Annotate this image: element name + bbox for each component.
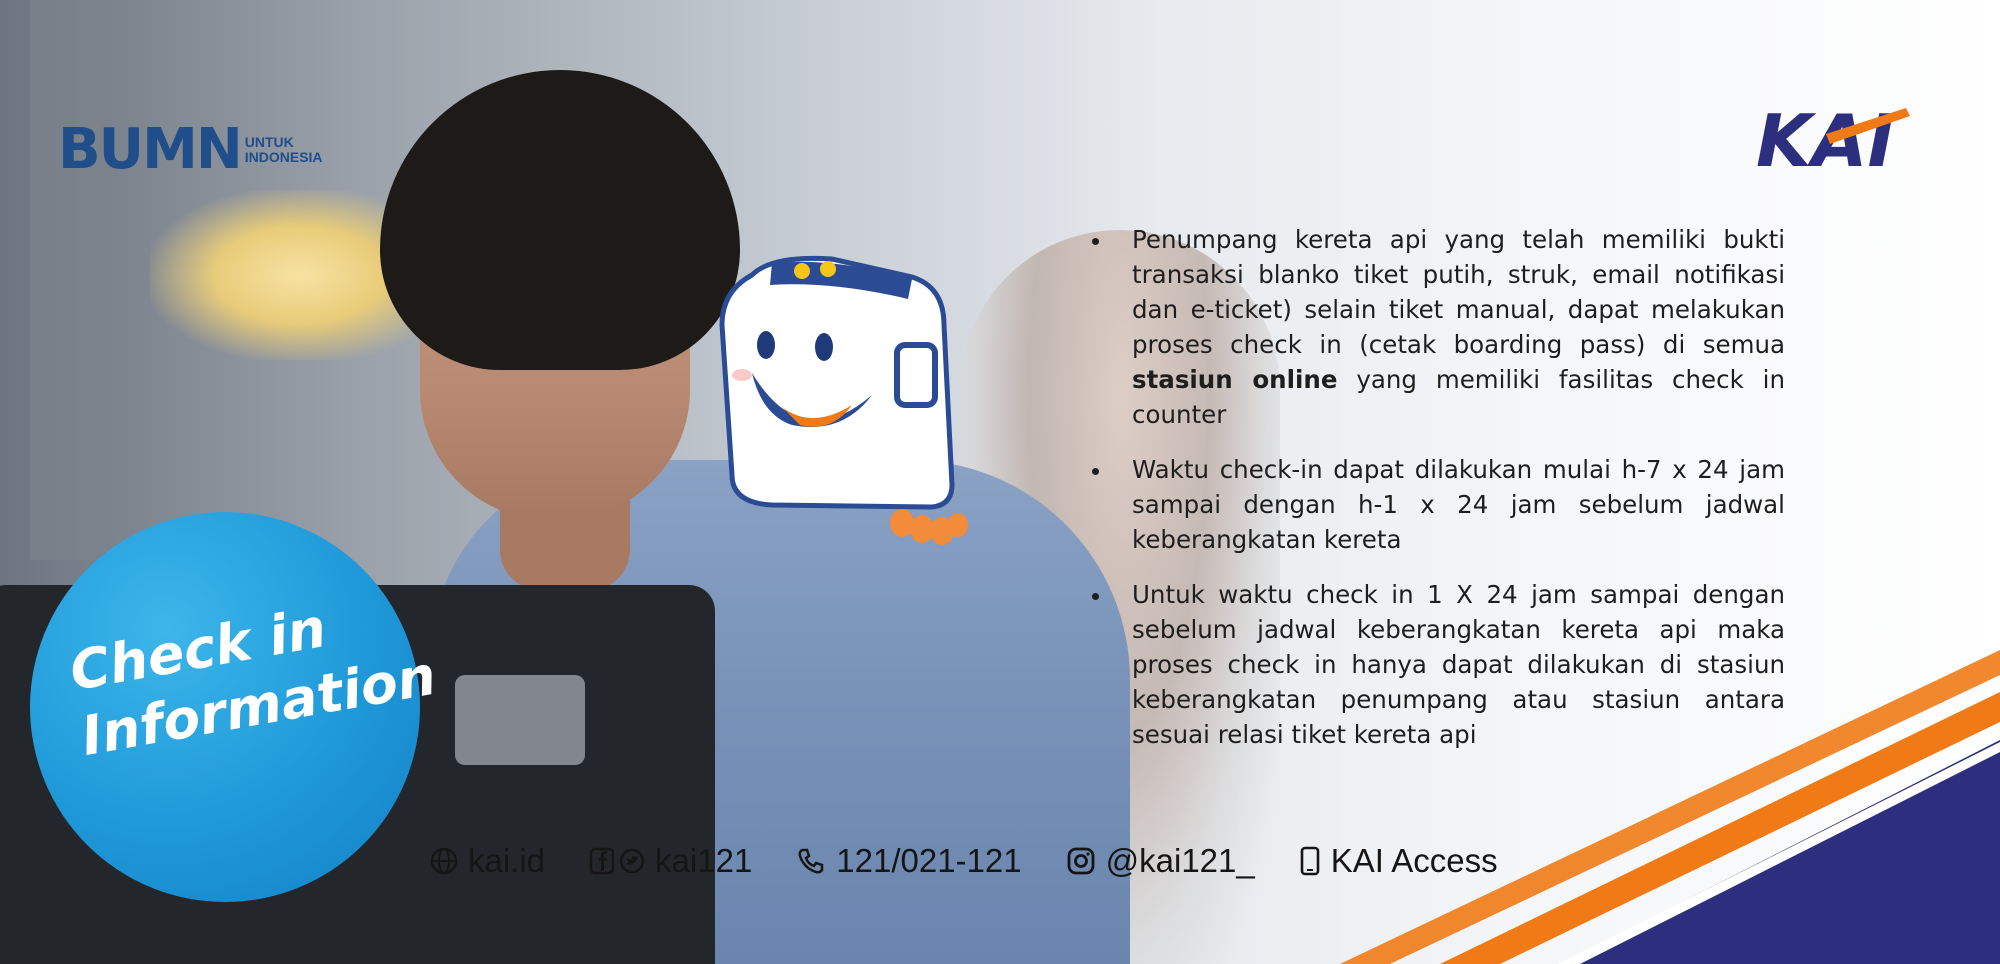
- info-text: Penumpang kereta api yang telah memiliki…: [1132, 225, 1785, 359]
- facebook-icon: [589, 847, 615, 875]
- info-list: Penumpang kereta api yang telah memiliki…: [1087, 222, 1785, 772]
- contact-website[interactable]: kai.id: [430, 842, 545, 880]
- globe-icon: [430, 847, 458, 875]
- info-item: Waktu check-in dapat dilakukan mulai h-7…: [1087, 452, 1785, 557]
- social-text: kai121: [655, 842, 753, 879]
- phone-text: 121/021-121: [836, 842, 1022, 879]
- twitter-icon: [619, 847, 645, 875]
- kai-logo-text: KAI: [1756, 104, 1894, 174]
- contact-social[interactable]: kai121: [589, 842, 752, 880]
- contact-phone[interactable]: 121/021-121: [796, 842, 1022, 880]
- contact-instagram[interactable]: @kai121_: [1066, 842, 1255, 880]
- info-text: Untuk waktu check in 1 X 24 jam sampai d…: [1132, 580, 1785, 749]
- bumn-logo: BUMN UNTUK INDONESIA: [58, 122, 323, 178]
- kai-logo: KAI: [1756, 104, 1910, 174]
- instagram-icon: [1066, 846, 1096, 876]
- check-in-info-banner: BUMN UNTUK INDONESIA KAI Check in Inform…: [0, 0, 2000, 964]
- contact-bar: kai.id kai121 121/021-121 @kai121_ KAI A…: [430, 842, 1542, 880]
- bullet-icon: [1092, 593, 1099, 600]
- info-item: Penumpang kereta api yang telah memiliki…: [1087, 222, 1785, 432]
- smartphone-icon: [1299, 846, 1321, 876]
- info-text-bold: stasiun online: [1132, 365, 1338, 394]
- bumn-subtitle-line2: INDONESIA: [244, 149, 323, 165]
- bumn-subtitle-line1: UNTUK: [244, 134, 294, 150]
- instagram-text: @kai121_: [1105, 842, 1255, 879]
- info-item: Untuk waktu check in 1 X 24 jam sampai d…: [1087, 577, 1785, 752]
- bumn-logo-mark: BUMN: [58, 117, 243, 182]
- app-text: KAI Access: [1330, 842, 1498, 879]
- train-mascot: [719, 255, 968, 545]
- phone-icon: [796, 846, 826, 876]
- bullet-icon: [1092, 238, 1099, 245]
- bumn-logo-subtitle: UNTUK INDONESIA: [245, 135, 323, 165]
- info-text: Waktu check-in dapat dilakukan mulai h-7…: [1132, 455, 1785, 554]
- contact-app[interactable]: KAI Access: [1299, 842, 1498, 880]
- bullet-icon: [1092, 468, 1099, 475]
- website-text: kai.id: [468, 842, 546, 879]
- mascot-hand: [890, 509, 968, 545]
